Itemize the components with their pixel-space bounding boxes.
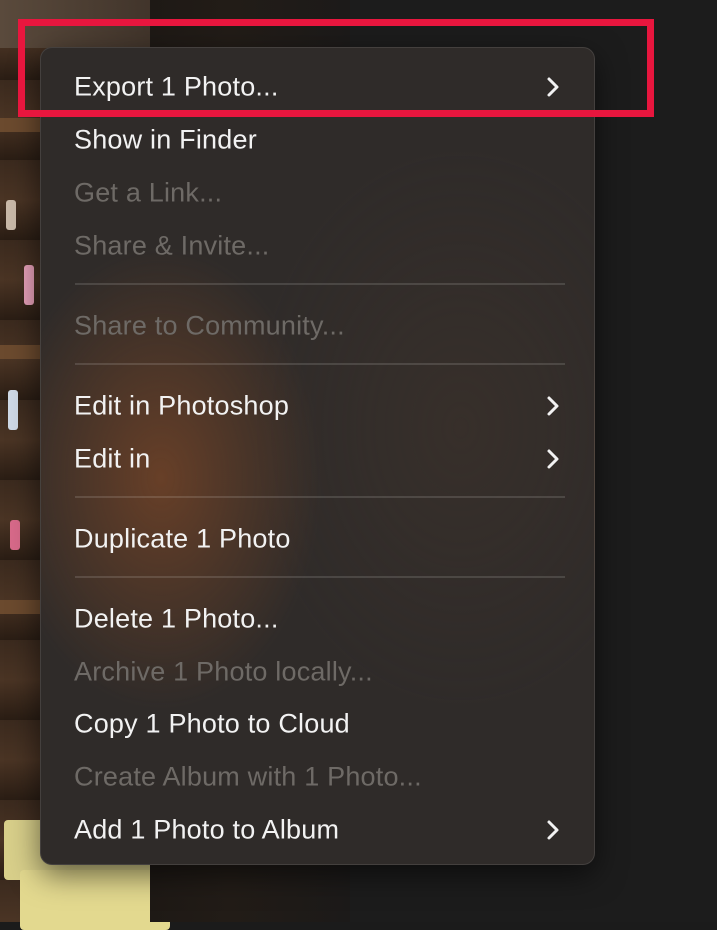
menu-item-label: Archive 1 Photo locally...	[74, 656, 373, 687]
menu-item-get-a-link: Get a Link...	[41, 169, 596, 217]
chevron-right-icon	[547, 449, 559, 469]
menu-item-share-invite: Share & Invite...	[41, 222, 596, 270]
menu-item-label: Create Album with 1 Photo...	[74, 761, 422, 792]
menu-item-create-album: Create Album with 1 Photo...	[41, 753, 596, 801]
jar	[24, 265, 34, 305]
jar	[10, 520, 20, 550]
menu-item-label: Edit in	[74, 443, 151, 474]
menu-item-share-to-community: Share to Community...	[41, 302, 596, 350]
menu-separator	[75, 576, 565, 578]
menu-item-add-to-album[interactable]: Add 1 Photo to Album	[41, 806, 596, 854]
menu-item-label: Copy 1 Photo to Cloud	[74, 708, 350, 739]
menu-item-label: Delete 1 Photo...	[74, 603, 279, 634]
menu-item-label: Duplicate 1 Photo	[74, 523, 291, 554]
menu-item-export[interactable]: Export 1 Photo...	[41, 63, 596, 111]
menu-item-archive-locally: Archive 1 Photo locally...	[41, 648, 596, 696]
context-menu: Export 1 Photo... Show in Finder Get a L…	[40, 47, 595, 865]
menu-item-label: Add 1 Photo to Album	[74, 814, 340, 845]
menu-item-show-in-finder[interactable]: Show in Finder	[41, 116, 596, 164]
menu-item-label: Get a Link...	[74, 177, 223, 208]
menu-item-label: Export 1 Photo...	[74, 71, 279, 102]
menu-item-duplicate[interactable]: Duplicate 1 Photo	[41, 515, 596, 563]
menu-item-label: Share & Invite...	[74, 230, 270, 261]
menu-item-edit-in-photoshop[interactable]: Edit in Photoshop	[41, 382, 596, 430]
jar	[6, 200, 16, 230]
chevron-right-icon	[547, 77, 559, 97]
menu-item-copy-to-cloud[interactable]: Copy 1 Photo to Cloud	[41, 700, 596, 748]
menu-item-delete[interactable]: Delete 1 Photo...	[41, 595, 596, 643]
menu-separator	[75, 283, 565, 285]
menu-separator	[75, 496, 565, 498]
menu-separator	[75, 363, 565, 365]
menu-item-edit-in[interactable]: Edit in	[41, 435, 596, 483]
jar	[8, 390, 18, 430]
menu-item-label: Edit in Photoshop	[74, 390, 290, 421]
chevron-right-icon	[547, 820, 559, 840]
menu-item-label: Share to Community...	[74, 310, 345, 341]
basket	[20, 870, 170, 930]
menu-item-label: Show in Finder	[74, 124, 257, 155]
chevron-right-icon	[547, 396, 559, 416]
